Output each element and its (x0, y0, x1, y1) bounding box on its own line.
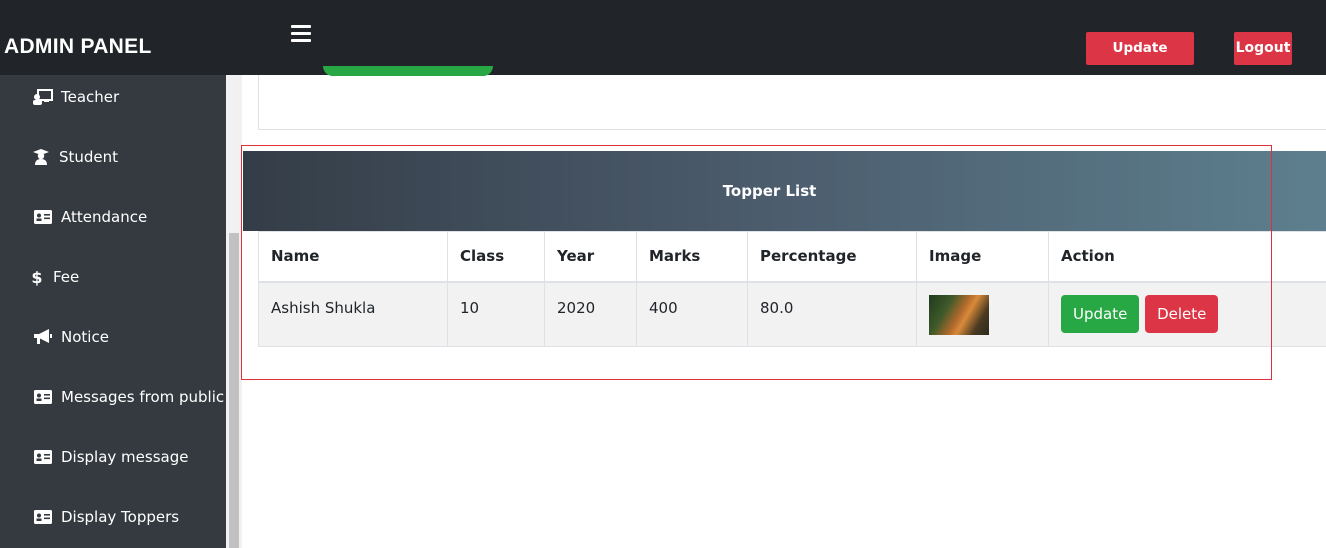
sidebar-item-label: Notice (61, 328, 109, 346)
sidebar-item-label: Fee (53, 268, 80, 286)
topper-list-header: Topper List (243, 151, 1326, 231)
cell-marks: 400 (636, 281, 748, 347)
sidebar-item-fee[interactable]: $ Fee (0, 257, 226, 297)
table-header-row: Name Class Year Marks Percentage Image A… (258, 231, 1326, 283)
table-row: Ashish Shukla 10 2020 400 80.0 Update De… (258, 281, 1326, 347)
cell-action: Update Delete (1048, 281, 1326, 347)
user-graduate-icon (31, 149, 51, 165)
cell-percentage: 80.0 (747, 281, 917, 347)
sidebar-item-display-message[interactable]: Display message (0, 437, 226, 477)
sidebar: Teacher Student Attendance $ Fee Notice … (0, 75, 226, 548)
cell-image (916, 281, 1049, 347)
update-profile-button[interactable]: Update Profile (1086, 32, 1194, 89)
sidebar-item-label: Attendance (61, 208, 148, 226)
sidebar-item-label: Display message (61, 448, 189, 466)
column-header-year: Year (544, 231, 637, 283)
sidebar-item-attendance[interactable]: Attendance (0, 197, 226, 237)
sidebar-item-teacher[interactable]: Teacher (0, 77, 226, 117)
column-header-marks: Marks (636, 231, 748, 283)
id-card-icon (33, 449, 53, 465)
sidebar-item-notice[interactable]: Notice (0, 317, 226, 357)
sidebar-item-student[interactable]: Student (0, 137, 226, 177)
sidebar-item-label: Student (59, 148, 119, 166)
logout-button[interactable]: Logout (1234, 32, 1292, 65)
column-header-name: Name (258, 231, 448, 283)
cell-class: 10 (447, 281, 545, 347)
id-card-icon (33, 389, 53, 405)
id-card-icon (33, 509, 53, 525)
bullhorn-icon (33, 329, 53, 345)
column-header-action: Action (1048, 231, 1326, 283)
brand-title: ADMIN PANEL (4, 35, 152, 58)
previous-card (258, 75, 1326, 130)
column-header-image: Image (916, 231, 1049, 283)
dollar-icon: $ (31, 267, 43, 287)
sidebar-item-display-toppers[interactable]: Display Toppers (0, 497, 226, 537)
sidebar-item-messages-from-public[interactable]: Messages from public (0, 377, 226, 417)
cell-name: Ashish Shukla (258, 281, 448, 347)
topper-photo-thumbnail (929, 294, 989, 335)
previous-card-button-edge (323, 66, 493, 76)
sidebar-item-label: Messages from public (61, 388, 225, 406)
column-header-percentage: Percentage (747, 231, 917, 283)
top-navbar: ADMIN PANEL Update Profile Logout (0, 0, 1326, 89)
update-button[interactable]: Update (1061, 294, 1140, 333)
id-card-icon (33, 209, 53, 225)
page-scrollbar-thumb[interactable] (229, 233, 239, 548)
hamburger-menu-icon[interactable] (291, 25, 312, 43)
delete-button[interactable]: Delete (1145, 294, 1219, 333)
column-header-class: Class (447, 231, 545, 283)
chalkboard-teacher-icon (33, 89, 53, 105)
topper-table: Name Class Year Marks Percentage Image A… (258, 231, 1326, 347)
topper-list-title: Topper List (722, 182, 817, 200)
sidebar-item-label: Teacher (61, 88, 120, 106)
cell-year: 2020 (544, 281, 637, 347)
sidebar-item-label: Display Toppers (61, 508, 180, 526)
